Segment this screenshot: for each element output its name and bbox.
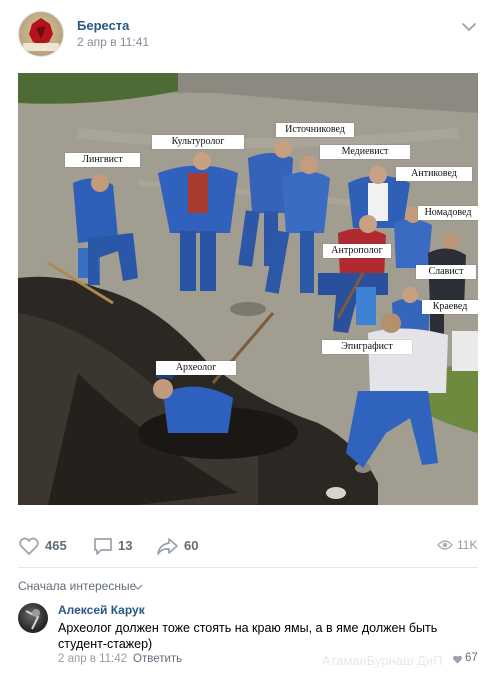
post-header: Береста 2 апр в 11:41 <box>0 0 496 66</box>
label-antropolog: Антрополог <box>323 244 391 258</box>
comment-date[interactable]: 2 апр в 11:42 <box>58 653 127 665</box>
chevron-down-icon[interactable] <box>133 583 143 591</box>
comments-sort[interactable]: Сначала интересные <box>18 579 136 593</box>
comment-button[interactable]: 13 <box>92 535 136 557</box>
label-slavist: Славист <box>416 265 476 279</box>
comment-count: 13 <box>118 538 133 553</box>
like-count: 465 <box>45 538 67 553</box>
post-photo[interactable]: Лингвист Культуролог Источниковед Медиев… <box>18 73 478 505</box>
divider <box>18 567 478 568</box>
share-count: 60 <box>184 538 199 553</box>
heart-icon <box>453 655 462 664</box>
watermark: АтаманБурнаш ДиП <box>322 653 443 668</box>
label-istochnikoved: Источниковед <box>276 123 354 137</box>
eye-icon <box>437 540 453 550</box>
share-button[interactable]: 60 <box>156 535 202 557</box>
label-arkheolog: Археолог <box>156 361 236 375</box>
avatar-image <box>25 609 40 630</box>
group-logo-icon <box>23 18 59 51</box>
post-actions: 465 13 60 11K <box>0 525 496 565</box>
views-count: 11K <box>457 538 478 552</box>
like-button[interactable]: 465 <box>18 535 72 557</box>
heart-icon <box>19 537 39 555</box>
label-antikoved: Антиковед <box>396 167 472 181</box>
label-medievist: Медиевист <box>320 145 410 159</box>
group-name[interactable]: Береста <box>77 18 129 33</box>
label-lingvist: Лингвист <box>65 153 140 167</box>
comment-icon <box>94 538 112 555</box>
comment-avatar[interactable] <box>18 603 48 633</box>
label-kulturolog: Культуролог <box>152 135 244 149</box>
label-nomadoved: Номадовед <box>418 206 478 220</box>
label-epigrafist: Эпиграфист <box>322 340 412 354</box>
reply-button[interactable]: Ответить <box>133 653 182 665</box>
comment-author[interactable]: Алексей Карук <box>58 603 145 617</box>
post-date[interactable]: 2 апр в 11:41 <box>77 35 149 49</box>
construction-scene-image <box>18 73 478 505</box>
group-avatar[interactable] <box>18 11 64 57</box>
chevron-down-icon[interactable] <box>460 18 478 36</box>
comment-text: Археолог должен тоже стоять на краю ямы,… <box>58 621 438 651</box>
share-icon <box>157 538 178 555</box>
label-kraeved: Краевед <box>422 300 478 314</box>
comment-like-count: 67 <box>465 652 478 664</box>
